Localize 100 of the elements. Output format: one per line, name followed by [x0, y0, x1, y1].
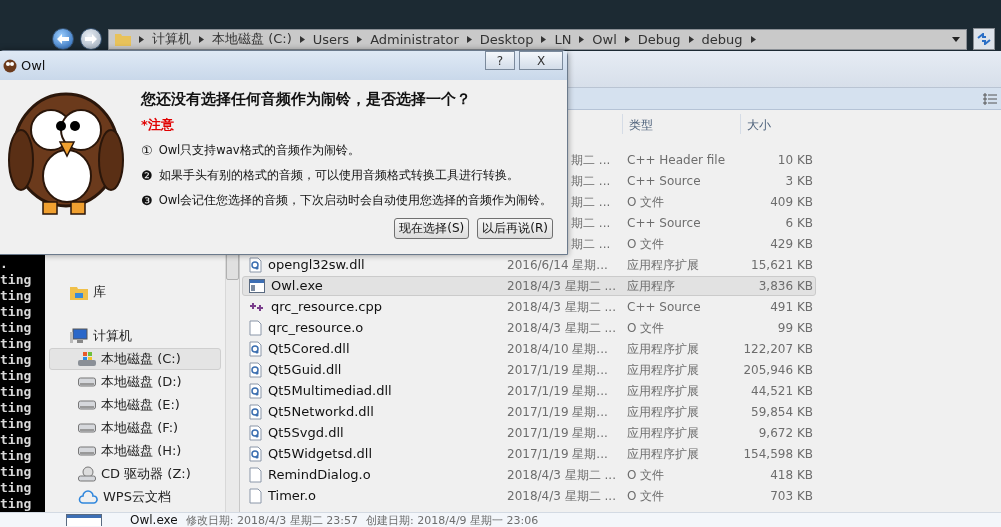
note-text: Owl只支持wav格式的音频作为闹铃。 — [158, 142, 360, 158]
console-line: ting — [0, 496, 33, 512]
file-row[interactable]: RemindDialog.o 2018/4/3 星期二 ... O 文件 418 KB — [242, 465, 816, 485]
file-type: O 文件 — [627, 320, 666, 336]
breadcrumb-arrow-icon — [579, 35, 585, 43]
console-line: ting — [0, 320, 33, 336]
close-button[interactable]: X — [519, 51, 563, 70]
file-type: C++ Source — [627, 299, 702, 315]
file-size: 9,672 KB — [757, 425, 813, 441]
file-name: Qt5Multimediad.dll — [268, 383, 392, 399]
breadcrumb-arrow-icon — [199, 35, 204, 43]
file-name: Owl.exe — [130, 513, 178, 527]
nav-item[interactable]: 本地磁盘 (H:) — [49, 440, 221, 462]
breadcrumb-item[interactable]: debug — [701, 31, 743, 47]
forward-button[interactable] — [80, 28, 102, 50]
breadcrumb-item[interactable]: Owl — [592, 31, 617, 47]
owl-icon — [3, 58, 17, 73]
file-row[interactable]: opengl32sw.dll 2016/6/14 星期... 应用程序扩展 15,621 KB — [242, 255, 816, 275]
file-row[interactable]: Qt5Networkd.dll 2017/1/19 星期... 应用程序扩展 59,854 KB — [242, 402, 816, 422]
file-date: 2018/4/10 星期... — [507, 341, 609, 357]
blank-file-icon — [249, 467, 262, 483]
file-date: 期二 ... — [571, 194, 612, 210]
note-label: *注意 — [141, 116, 175, 134]
file-date: 2018/4/3 星期二 ... — [507, 299, 617, 315]
breadcrumb-arrow-icon — [624, 35, 630, 43]
file-row[interactable]: Timer.o 2018/4/3 星期二 ... O 文件 703 KB — [242, 486, 816, 506]
nav-item[interactable]: CD 驱动器 (Z:) — [49, 463, 221, 485]
breadcrumb-arrow-icon — [750, 35, 756, 43]
breadcrumb-item[interactable]: Desktop — [479, 31, 534, 47]
folder-icon — [115, 32, 131, 46]
file-row[interactable]: qrc_resource.o 2018/4/3 星期二 ... O 文件 99 KB — [242, 318, 816, 338]
file-name: RemindDialog.o — [268, 467, 371, 483]
nav-item[interactable]: 计算机 — [49, 325, 221, 347]
nav-item[interactable]: 本地磁盘 (E:) — [49, 394, 221, 416]
console-line: ting — [0, 352, 33, 368]
nav-item[interactable]: 本地磁盘 (C:) — [49, 348, 221, 370]
back-button[interactable] — [52, 28, 74, 50]
file-type: 应用程序 — [627, 278, 676, 294]
modified-date: 修改日期: 2018/4/3 星期二 23:57 — [185, 513, 358, 527]
file-row[interactable]: Qt5Cored.dll 2018/4/10 星期... 应用程序扩展 122,207 KB — [242, 339, 816, 359]
note-text: Owl会记住您选择的音频，下次启动时会自动使用您选择的音频作为闹铃。 — [158, 192, 553, 208]
address-bar[interactable]: 计算机 本地磁盘 (C:) Users Administrator Desktop LN Owl Debug debug — [108, 28, 967, 50]
nav-item[interactable]: WPS云文档 — [49, 486, 221, 508]
breadcrumb-arrow-icon — [541, 35, 547, 43]
file-type: O 文件 — [627, 194, 666, 210]
dropdown-arrow-icon[interactable] — [952, 36, 960, 42]
file-row[interactable]: Qt5Widgetsd.dll 2017/1/19 星期... 应用程序扩展 154,598 KB — [242, 444, 816, 464]
file-size: 6 KB — [784, 215, 813, 231]
column-header[interactable]: 大小 — [740, 114, 860, 134]
file-name: qrc_resource.o — [268, 320, 364, 336]
file-name: Qt5Cored.dll — [268, 341, 350, 357]
nav-item[interactable]: 本地磁盘 (D:) — [49, 371, 221, 393]
number-mark: ❸ — [141, 192, 153, 208]
file-row[interactable]: qrc_resource.cpp 2018/4/3 星期二 ... C++ Source 491 KB — [242, 297, 816, 317]
file-row[interactable]: Owl.exe 2018/4/3 星期二 ... 应用程序 3,836 KB — [242, 276, 816, 296]
file-date: 期二 ... — [571, 173, 612, 189]
nav-item[interactable]: 库 — [49, 281, 221, 303]
note-text: 如果手头有别的格式的音频，可以使用音频格式转换工具进行转换。 — [158, 167, 519, 183]
file-name: Qt5Widgetsd.dll — [268, 446, 372, 462]
file-name: qrc_resource.cpp — [271, 299, 382, 315]
breadcrumb-arrow-icon — [299, 35, 305, 43]
breadcrumb-item[interactable]: Debug — [637, 31, 681, 47]
breadcrumb-arrow-icon — [139, 35, 144, 43]
file-size: 491 KB — [769, 299, 813, 315]
breadcrumb-item[interactable]: Administrator — [370, 31, 459, 47]
console-line: ting — [0, 400, 33, 416]
file-type: C++ Source — [627, 215, 702, 231]
console-line: ting — [0, 480, 33, 496]
file-date: 2016/6/14 星期... — [507, 257, 609, 273]
drive-icon — [78, 446, 96, 456]
refresh-button[interactable] — [973, 28, 995, 50]
file-row[interactable]: Qt5Multimediad.dll 2017/1/19 星期... 应用程序扩展 44,521 KB — [242, 381, 816, 401]
file-size: 429 KB — [769, 236, 813, 252]
breadcrumb-item[interactable]: 本地磁盘 (C:) — [212, 30, 292, 48]
windows-drive-icon — [78, 351, 96, 367]
help-button[interactable]: ? — [485, 51, 515, 70]
dialog-button[interactable]: 现在选择(S) — [394, 218, 470, 239]
breadcrumb-item[interactable]: LN — [554, 31, 572, 47]
number-mark: ① — [141, 142, 153, 158]
nav-item[interactable]: 本地磁盘 (F:) — [49, 417, 221, 439]
console-line: . — [0, 256, 9, 272]
file-date: 期二 ... — [571, 215, 612, 231]
console-line: ting — [0, 384, 33, 400]
dialog-heading: 您还没有选择任何音频作为闹铃，是否选择一个？ — [141, 90, 472, 109]
column-header[interactable]: 类型 — [622, 114, 740, 134]
drive-icon — [78, 400, 96, 410]
console-line: ting — [0, 288, 33, 304]
file-row[interactable]: Qt5Svgd.dll 2017/1/19 星期... 应用程序扩展 9,672 KB — [242, 423, 816, 443]
file-type: O 文件 — [627, 488, 666, 504]
console-line: ting — [0, 432, 33, 448]
file-row[interactable]: Qt5Guid.dll 2017/1/19 星期... 应用程序扩展 205,946 KB — [242, 360, 816, 380]
file-date: 2017/1/19 星期... — [507, 383, 609, 399]
cloud-icon — [78, 490, 98, 504]
dialog-button[interactable]: 以后再说(R) — [477, 218, 553, 239]
breadcrumb-item[interactable]: 计算机 — [152, 30, 191, 48]
file-size: 99 KB — [776, 320, 813, 336]
view-options-icon[interactable] — [983, 92, 997, 105]
breadcrumb-item[interactable]: Users — [312, 31, 350, 47]
file-name: Qt5Guid.dll — [268, 362, 342, 378]
console-line: ting — [0, 464, 33, 480]
